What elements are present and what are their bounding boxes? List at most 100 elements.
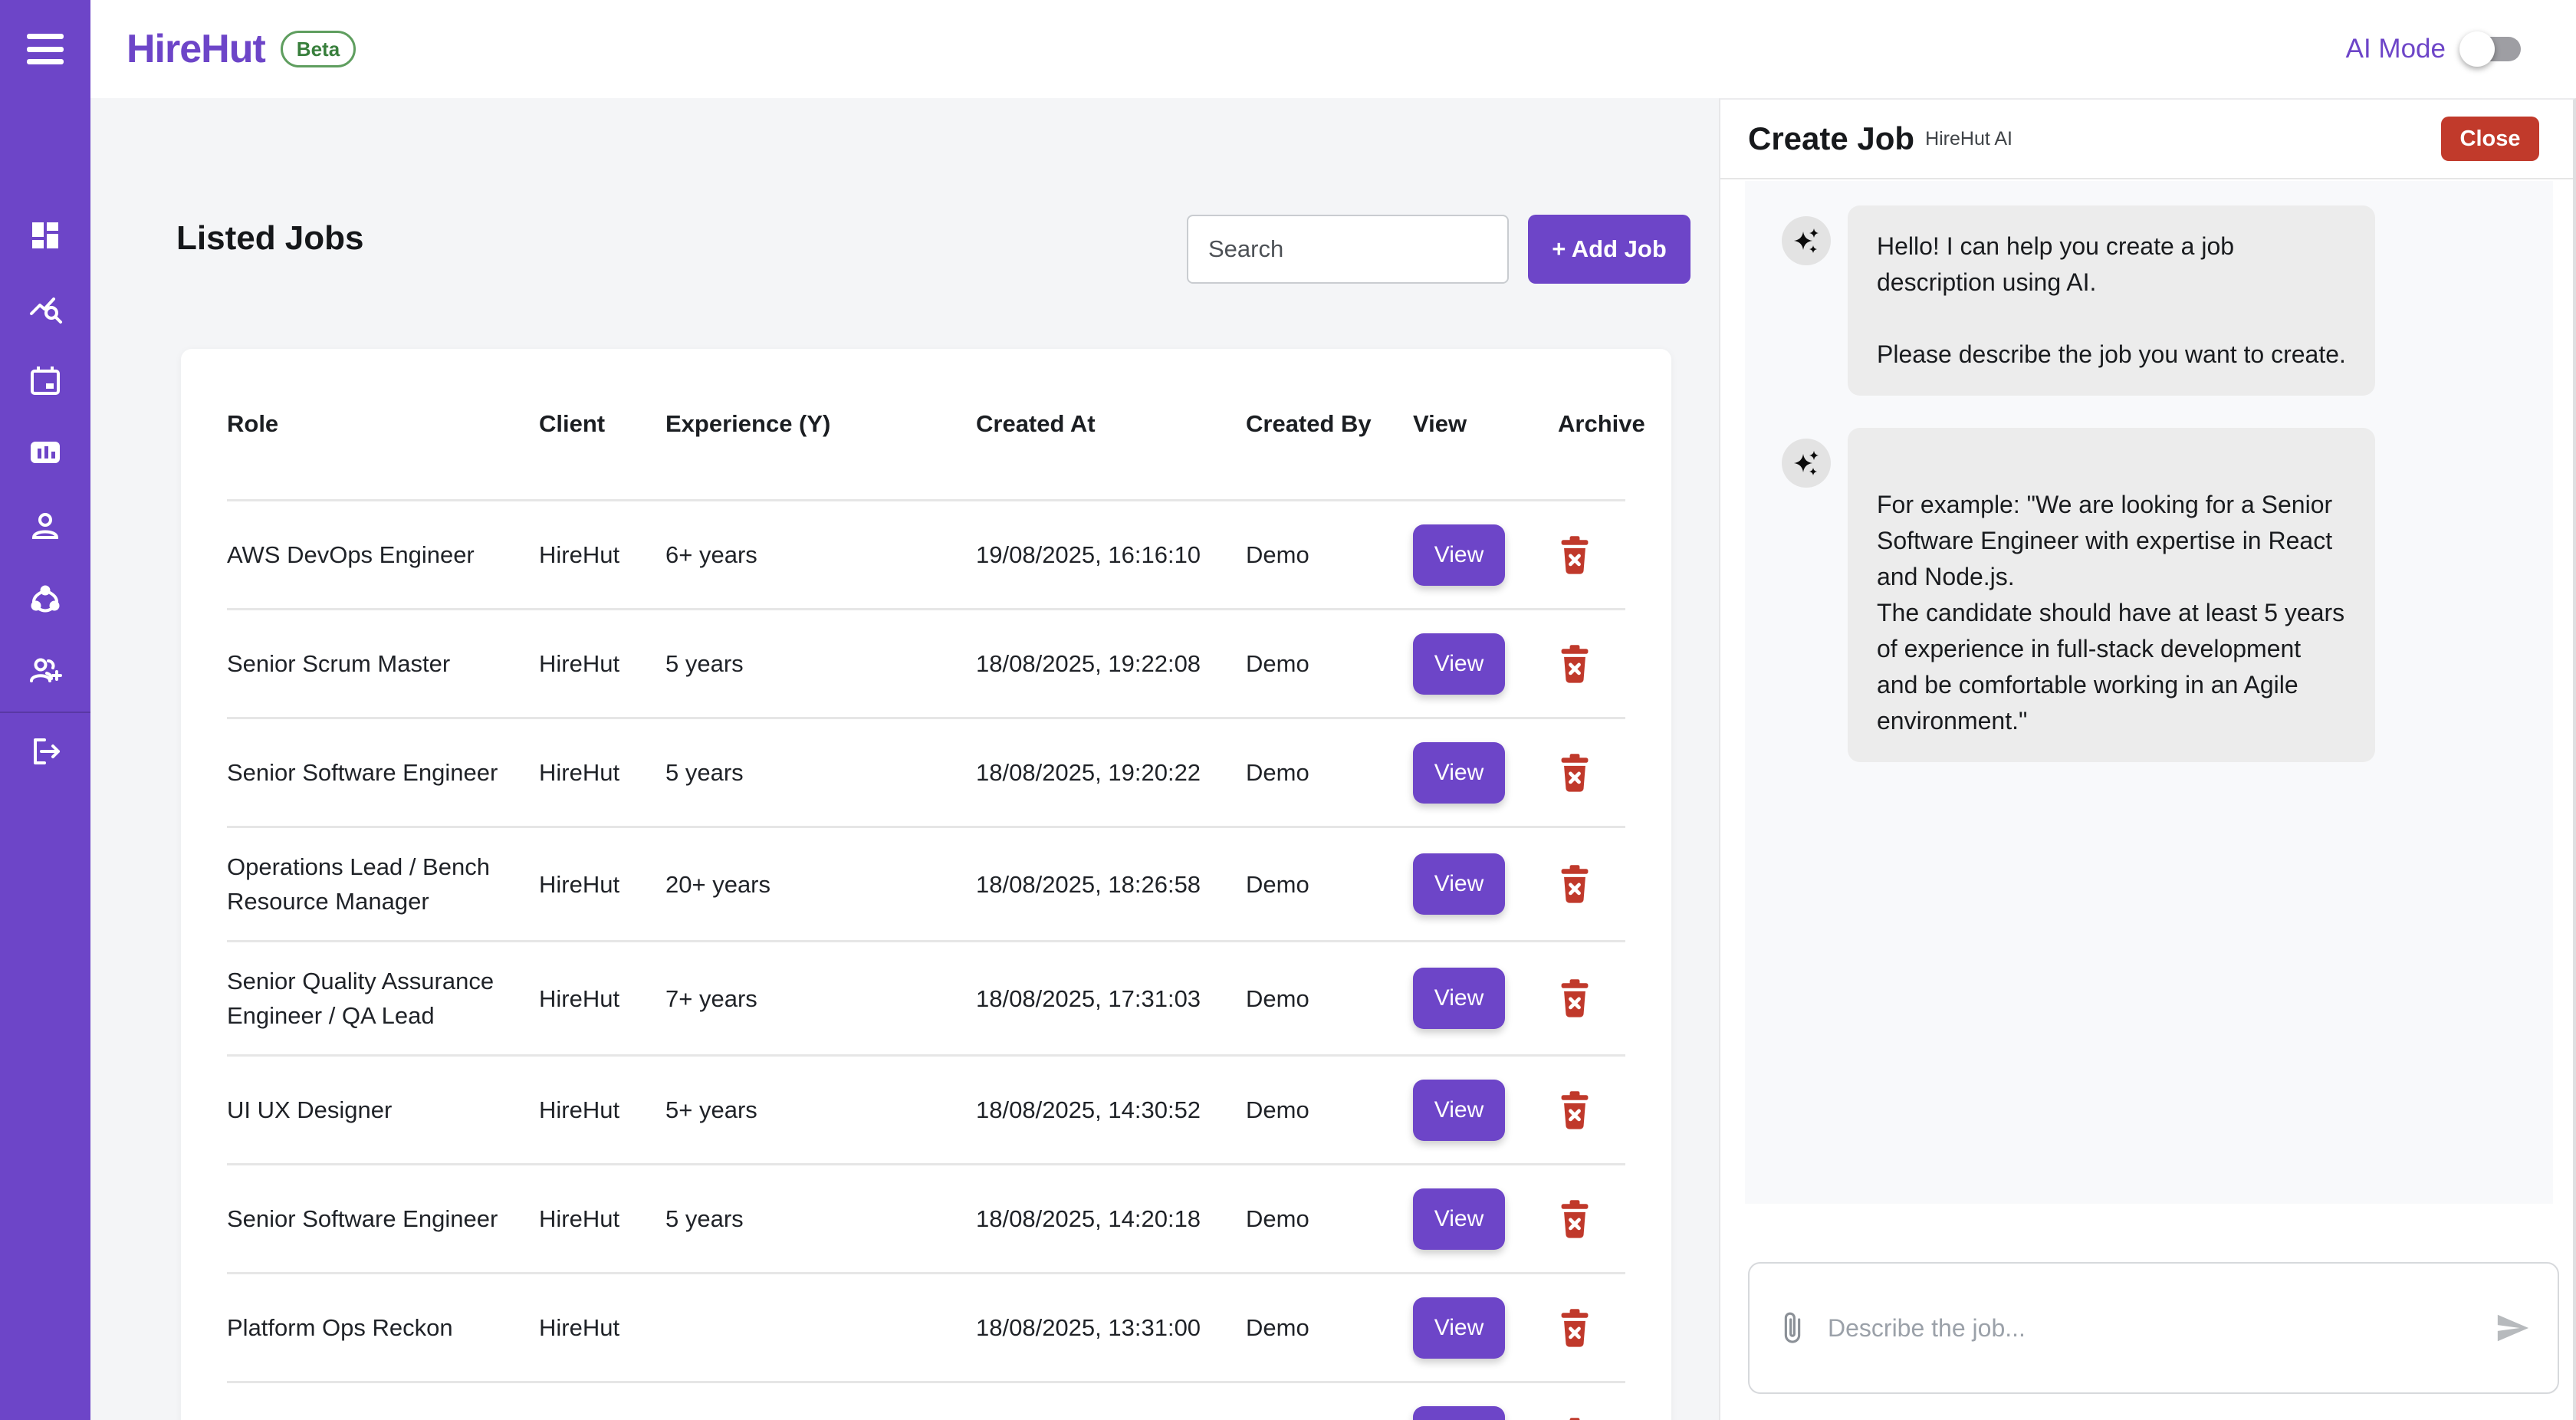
cell-role: Senior Quality Assurance Engineer / QA L… [227,942,539,1056]
archive-button[interactable] [1558,644,1592,684]
jobs-table-card: Role Client Experience (Y) Created At Cr… [181,349,1671,1420]
panel-title: Create Job [1748,120,1914,157]
beta-badge: Beta [281,31,356,67]
view-button[interactable]: View [1413,968,1505,1029]
cell-experience: 6+ years [665,501,976,610]
table-row: Operations Lead / Bench Resource Manager… [227,827,1625,942]
view-button[interactable]: View [1413,1406,1505,1420]
analytics-icon[interactable] [28,292,63,327]
col-role: Role [227,349,539,501]
cell-role: Operations Lead / Bench Resource Manager [227,827,539,942]
view-button[interactable]: View [1413,633,1505,695]
trash-x-icon [1558,864,1592,904]
main-content: Listed Jobs + Add Job Role Client Experi… [90,98,1719,1420]
panel-subtitle: HireHut AI [1925,128,2013,150]
cell-created-at: 19/08/2025, 16:16:10 [976,501,1246,610]
table-row: Senior Quality Assurance Engineer / QA L… [227,942,1625,1056]
cell-created-at: 18/08/2025, 14:30:52 [976,1056,1246,1165]
cell-created-by: Demo [1246,827,1413,942]
jobs-table: Role Client Experience (Y) Created At Cr… [227,349,1625,1420]
add-user-icon[interactable] [28,653,63,689]
cell-experience: 5 years [665,1165,976,1274]
send-icon[interactable] [2495,1310,2530,1346]
cell-client: HireHut [539,501,665,610]
logout-icon[interactable] [28,734,63,769]
cell-created-at: 18/08/2025, 18:26:58 [976,827,1246,942]
chat-input-box [1748,1262,2559,1394]
table-body: AWS DevOps Engineer HireHut 6+ years 19/… [227,501,1625,1420]
message-text: For example: "We are looking for a Senio… [1848,428,2375,762]
cell-created-by: Demo [1246,942,1413,1056]
ai-mode-label: AI Mode [2346,34,2446,64]
cell-created-at: 18/08/2025, 12:39:05 [976,1382,1246,1420]
table-row: Platform Ops Reckon HireHut 18/08/2025, … [227,1274,1625,1382]
view-button[interactable]: View [1413,853,1505,915]
dashboard-icon[interactable] [28,218,63,253]
trash-x-icon [1558,1308,1592,1348]
cell-created-by: Demo [1246,718,1413,827]
archive-button[interactable] [1558,1090,1592,1130]
trash-x-icon [1558,753,1592,793]
cell-created-at: 18/08/2025, 19:22:08 [976,610,1246,718]
col-view: View [1413,349,1558,501]
toggle-knob [2459,31,2495,67]
calendar-icon[interactable] [28,363,63,399]
col-experience: Experience (Y) [665,349,976,501]
add-job-button[interactable]: + Add Job [1528,215,1691,284]
cell-created-by: Demo [1246,1165,1413,1274]
cell-created-at: 18/08/2025, 19:20:22 [976,718,1246,827]
cell-experience: 7+ years [665,942,976,1056]
cell-experience: 20+ years [665,827,976,942]
cell-experience: 5+ years [665,1056,976,1165]
ai-mode-toggle[interactable] [2464,37,2521,61]
trash-x-icon [1558,1199,1592,1239]
close-button[interactable]: Close [2441,117,2539,161]
archive-button[interactable] [1558,864,1592,904]
view-button[interactable]: View [1413,1188,1505,1250]
col-created-at: Created At [976,349,1246,501]
sparkles-icon [1791,225,1822,256]
view-button[interactable]: View [1413,742,1505,804]
archive-button[interactable] [1558,535,1592,575]
trash-x-icon [1558,644,1592,684]
page-title: Listed Jobs [176,219,364,258]
trash-x-icon [1558,978,1592,1018]
profile-icon[interactable] [28,508,63,544]
col-created-by: Created By [1246,349,1413,501]
trash-x-icon [1558,1090,1592,1130]
attachment-icon[interactable] [1777,1311,1808,1345]
view-button[interactable]: View [1413,524,1505,586]
table-header-row: Role Client Experience (Y) Created At Cr… [227,349,1625,501]
cell-role: Senior Software Engineer [227,718,539,827]
cell-role: AWS DevOps Engineer [227,501,539,610]
ai-avatar [1782,216,1831,265]
view-button[interactable]: View [1413,1080,1505,1141]
cell-role: Senior Software Engineer [227,1165,539,1274]
cell-created-at: 18/08/2025, 14:20:18 [976,1165,1246,1274]
table-row: Senior Software Engineer HireHut 5 years… [227,718,1625,827]
menu-icon[interactable] [27,34,64,64]
archive-button[interactable] [1558,1199,1592,1239]
cell-experience: 5 years [665,610,976,718]
archive-button[interactable] [1558,753,1592,793]
search-input[interactable] [1187,215,1509,284]
create-job-panel: Create Job HireHut AI Close Hello! I can… [1719,98,2576,1420]
archive-button[interactable] [1558,1417,1592,1420]
sparkles-icon [1791,448,1822,478]
col-archive: Archive [1558,349,1625,501]
cell-created-by: Demo [1246,1382,1413,1420]
chat-area: Hello! I can help you create a job descr… [1745,181,2553,1204]
archive-button[interactable] [1558,1308,1592,1348]
panel-header: Create Job HireHut AI Close [1720,100,2573,179]
table-row: Product Owner HireHut Experienced 18/08/… [227,1382,1625,1420]
view-button[interactable]: View [1413,1297,1505,1359]
teams-icon[interactable] [28,582,63,617]
cell-experience: 5 years [665,718,976,827]
archive-button[interactable] [1558,978,1592,1018]
cell-client: HireHut [539,610,665,718]
sidebar [0,0,90,1420]
bar-chart-icon[interactable] [28,435,63,470]
chat-input[interactable] [1828,1314,2475,1343]
cell-created-by: Demo [1246,610,1413,718]
cell-role: Platform Ops Reckon [227,1274,539,1382]
